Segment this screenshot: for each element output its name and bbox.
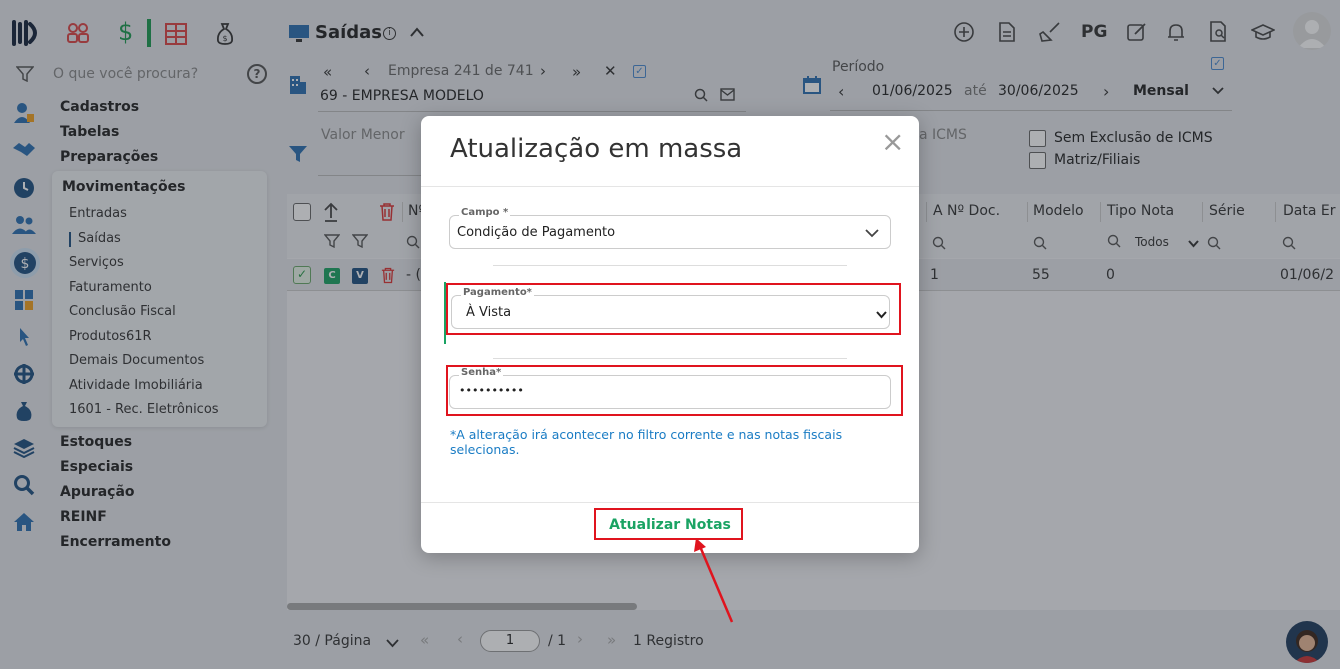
modal-header-divider: [421, 186, 919, 187]
bulk-update-modal: Atualização em massa × Campo * Condição …: [421, 116, 919, 553]
section-divider: [493, 358, 847, 359]
senha-highlight: [446, 365, 903, 416]
campo-value: Condição de Pagamento: [457, 225, 616, 240]
modal-title: Atualização em massa: [450, 134, 743, 164]
campo-chevron-down-icon[interactable]: [865, 227, 879, 242]
pagamento-highlight: [446, 283, 901, 335]
campo-label: Campo *: [459, 207, 511, 218]
modal-footer-divider: [421, 502, 919, 503]
section-divider: [493, 265, 847, 266]
modal-note: *A alteração irá acontecer no filtro cor…: [450, 427, 843, 457]
modal-close-icon[interactable]: ×: [881, 128, 904, 156]
annotation-arrow: [694, 538, 734, 623]
